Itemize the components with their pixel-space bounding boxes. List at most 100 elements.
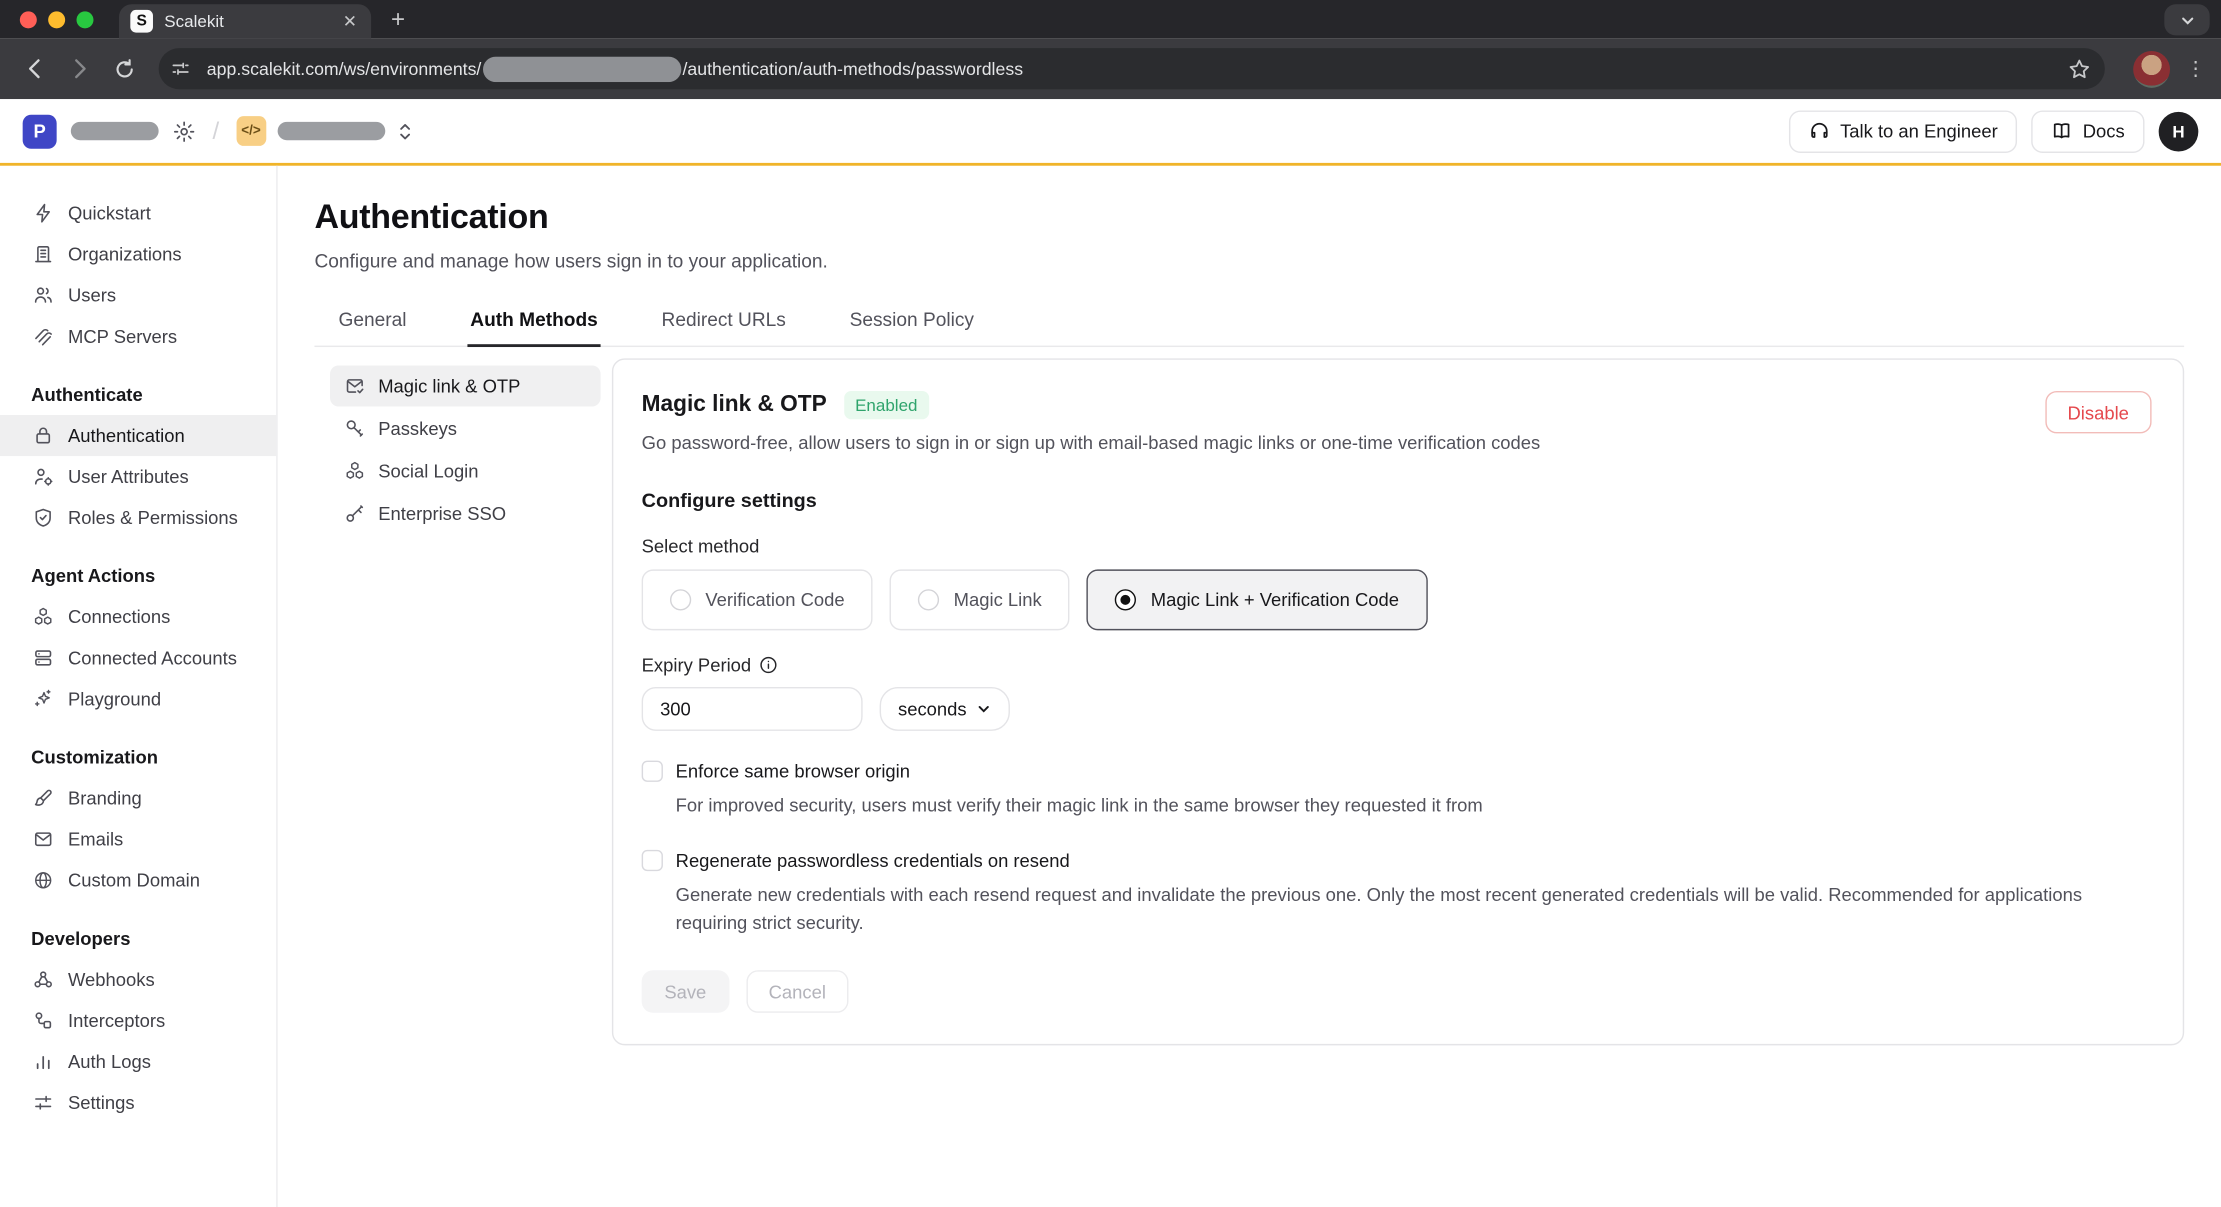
method-title: Magic link & OTP	[642, 392, 827, 417]
nodes-icon	[31, 1010, 54, 1031]
save-button[interactable]: Save	[642, 971, 729, 1013]
sidebar-item-auth-logs[interactable]: Auth Logs	[0, 1041, 276, 1082]
forward-icon	[67, 57, 91, 81]
method-item-social-login[interactable]: Social Login	[330, 450, 601, 491]
sidebar-item-settings[interactable]: Settings	[0, 1082, 276, 1123]
window-minimize-button[interactable]	[48, 11, 65, 28]
sidebar-item-roles-permissions[interactable]: Roles & Permissions	[0, 497, 276, 538]
reload-button[interactable]	[105, 49, 145, 89]
radio-selected-icon	[1115, 589, 1136, 610]
key-diagonal-icon	[344, 503, 365, 524]
browser-profile-avatar[interactable]	[2133, 50, 2170, 87]
sidebar-item-webhooks[interactable]: Webhooks	[0, 959, 276, 1000]
url-text: app.scalekit.com/ws/environments//authen…	[207, 56, 2057, 81]
chevron-down-icon	[977, 701, 993, 717]
sidebar-section-authenticate: Authenticate	[0, 374, 276, 415]
enforce-origin-label: Enforce same browser origin	[676, 761, 910, 782]
lock-icon	[31, 425, 54, 446]
tab-close-icon[interactable]: ✕	[340, 11, 360, 31]
method-item-enterprise-sso[interactable]: Enterprise SSO	[330, 493, 601, 534]
shield-check-icon	[31, 507, 54, 528]
status-badge: Enabled	[844, 391, 929, 419]
cancel-button[interactable]: Cancel	[746, 971, 849, 1013]
sidebar-item-user-attributes[interactable]: User Attributes	[0, 456, 276, 497]
tab-auth-methods[interactable]: Auth Methods	[467, 300, 600, 347]
main-content: Authentication Configure and manage how …	[278, 166, 2221, 1207]
user-gear-icon	[31, 466, 54, 487]
site-settings-icon[interactable]	[166, 54, 196, 84]
sidebar-item-mcp-servers[interactable]: MCP Servers	[0, 316, 276, 357]
sidebar-item-branding[interactable]: Branding	[0, 778, 276, 819]
building-icon	[31, 244, 54, 265]
browser-menu-icon[interactable]: ⋮	[2184, 57, 2207, 81]
method-item-passkeys[interactable]: Passkeys	[330, 408, 601, 449]
tab-title: Scalekit	[164, 11, 328, 31]
window-close-button[interactable]	[20, 11, 37, 28]
back-icon	[22, 57, 46, 81]
method-description: Go password-free, allow users to sign in…	[642, 432, 2045, 453]
sidebar-section-agent-actions: Agent Actions	[0, 555, 276, 596]
enforce-origin-checkbox[interactable]	[642, 761, 663, 782]
docs-button[interactable]: Docs	[2032, 110, 2145, 152]
radio-circle-icon	[670, 589, 691, 610]
tab-general[interactable]: General	[336, 300, 410, 347]
sidebar-item-connected-accounts[interactable]: Connected Accounts	[0, 637, 276, 678]
tab-redirect-urls[interactable]: Redirect URLs	[659, 300, 789, 347]
configure-settings-heading: Configure settings	[642, 489, 2152, 512]
sidebar-item-custom-domain[interactable]: Custom Domain	[0, 860, 276, 901]
org-settings-gear-icon[interactable]	[173, 120, 196, 143]
sidebar-item-quickstart[interactable]: Quickstart	[0, 193, 276, 234]
stacked-rows-icon	[31, 647, 54, 668]
sidebar-item-playground[interactable]: Playground	[0, 678, 276, 719]
sidebar-item-authentication[interactable]: Authentication	[0, 415, 276, 456]
cubes-icon	[31, 606, 54, 627]
favicon: S	[130, 10, 153, 33]
environment-name-redacted	[277, 122, 385, 140]
app-header: P / </> Talk to an Engineer Docs H	[0, 99, 2221, 166]
radio-magic-link[interactable]: Magic Link	[890, 569, 1070, 630]
window-zoom-button[interactable]	[76, 11, 93, 28]
envelope-check-icon	[344, 375, 365, 396]
browser-toolbar: app.scalekit.com/ws/environments//authen…	[0, 38, 2221, 99]
regenerate-credentials-checkbox[interactable]	[642, 850, 663, 871]
paintbrush-icon	[31, 788, 54, 809]
radio-verification-code[interactable]: Verification Code	[642, 569, 873, 630]
sparkles-icon	[31, 688, 54, 709]
disable-button[interactable]: Disable	[2045, 391, 2152, 433]
enforce-origin-setting: Enforce same browser origin For improved…	[642, 761, 2152, 821]
new-tab-button[interactable]: +	[391, 6, 405, 34]
environment-icon[interactable]: </>	[236, 116, 266, 146]
browser-tab[interactable]: S Scalekit ✕	[119, 4, 371, 38]
sidebar-item-organizations[interactable]: Organizations	[0, 234, 276, 275]
regenerate-credentials-setting: Regenerate passwordless credentials on r…	[642, 850, 2152, 938]
radio-magic-link-plus-verification-code[interactable]: Magic Link + Verification Code	[1087, 569, 1427, 630]
sidebar-item-users[interactable]: Users	[0, 275, 276, 316]
expiry-period-input[interactable]	[642, 687, 863, 731]
reload-icon	[113, 57, 136, 80]
sidebar-item-interceptors[interactable]: Interceptors	[0, 1000, 276, 1041]
user-avatar[interactable]: H	[2159, 111, 2199, 151]
org-logo[interactable]: P	[23, 114, 57, 148]
tab-search-button[interactable]	[2164, 4, 2209, 35]
environment-switcher-icon[interactable]	[396, 121, 413, 141]
forward-button[interactable]	[59, 49, 99, 89]
page-subtitle: Configure and manage how users sign in t…	[314, 251, 2184, 272]
select-method-label: Select method	[642, 535, 2152, 556]
address-bar[interactable]: app.scalekit.com/ws/environments//authen…	[159, 48, 2105, 89]
bookmark-star-icon[interactable]	[2068, 57, 2091, 80]
sidebar-item-connections[interactable]: Connections	[0, 596, 276, 637]
expiry-unit-select[interactable]: seconds	[880, 687, 1011, 731]
window-controls	[20, 11, 94, 28]
expiry-period-label: Expiry Period	[642, 654, 2152, 675]
bar-chart-icon	[31, 1051, 54, 1072]
tab-session-policy[interactable]: Session Policy	[847, 300, 977, 347]
webhook-icon	[31, 969, 54, 990]
talk-to-engineer-button[interactable]: Talk to an Engineer	[1789, 110, 2017, 152]
back-button[interactable]	[14, 49, 54, 89]
browser-tab-strip: S Scalekit ✕ +	[0, 0, 2221, 38]
regenerate-credentials-label: Regenerate passwordless credentials on r…	[676, 850, 1070, 871]
method-item-magic-link-otp[interactable]: Magic link & OTP	[330, 365, 601, 406]
info-icon[interactable]	[760, 656, 778, 674]
sidebar-item-emails[interactable]: Emails	[0, 819, 276, 860]
method-settings-card: Magic link & OTP Enabled Go password-fre…	[612, 358, 2184, 1046]
